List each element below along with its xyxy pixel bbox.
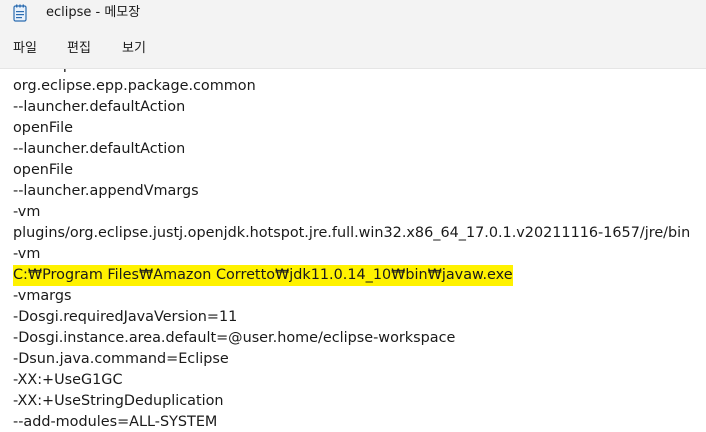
- editor-line: -vm: [13, 204, 41, 220]
- editor-line: -Dosgi.instance.area.default=@user.home/…: [13, 330, 456, 346]
- menu-edit[interactable]: 편집: [67, 40, 91, 58]
- editor-line: --launcher.defaultAction: [13, 99, 186, 115]
- editor-line: --launcher.appendVmargs: [13, 183, 199, 199]
- editor-line: plugins/org.eclipse.justj.openjdk.hotspo…: [13, 225, 691, 241]
- menu-bar: 파일 편집 보기: [0, 30, 706, 68]
- editor-line: -XX:+UseG1GC: [13, 372, 123, 388]
- editor-line: openFile: [13, 162, 73, 178]
- window-title: eclipse - 메모장: [46, 5, 141, 20]
- title-bar: eclipse - 메모장: [0, 0, 706, 30]
- editor-line: -vmargs: [13, 288, 72, 304]
- notepad-icon: [13, 4, 27, 22]
- menu-file[interactable]: 파일: [13, 40, 37, 58]
- editor-line: -showsplash: [13, 69, 101, 76]
- editor-line: org.eclipse.epp.package.common: [13, 78, 256, 94]
- editor-line: -Dsun.java.command=Eclipse: [13, 351, 229, 367]
- editor-line: -XX:+UseStringDeduplication: [13, 393, 224, 409]
- editor-line: --launcher.defaultAction: [13, 141, 186, 157]
- editor-line: openFile: [13, 120, 73, 136]
- text-editor[interactable]: -showsplash org.eclipse.epp.package.comm…: [0, 68, 706, 432]
- editor-line-highlighted: C:₩Program Files₩Amazon Corretto₩jdk11.0…: [13, 265, 513, 286]
- menu-view[interactable]: 보기: [122, 40, 146, 58]
- editor-line: --add-modules=ALL-SYSTEM: [13, 414, 218, 430]
- editor-line: -Dosgi.requiredJavaVersion=11: [13, 309, 238, 325]
- editor-line: -vm: [13, 246, 41, 262]
